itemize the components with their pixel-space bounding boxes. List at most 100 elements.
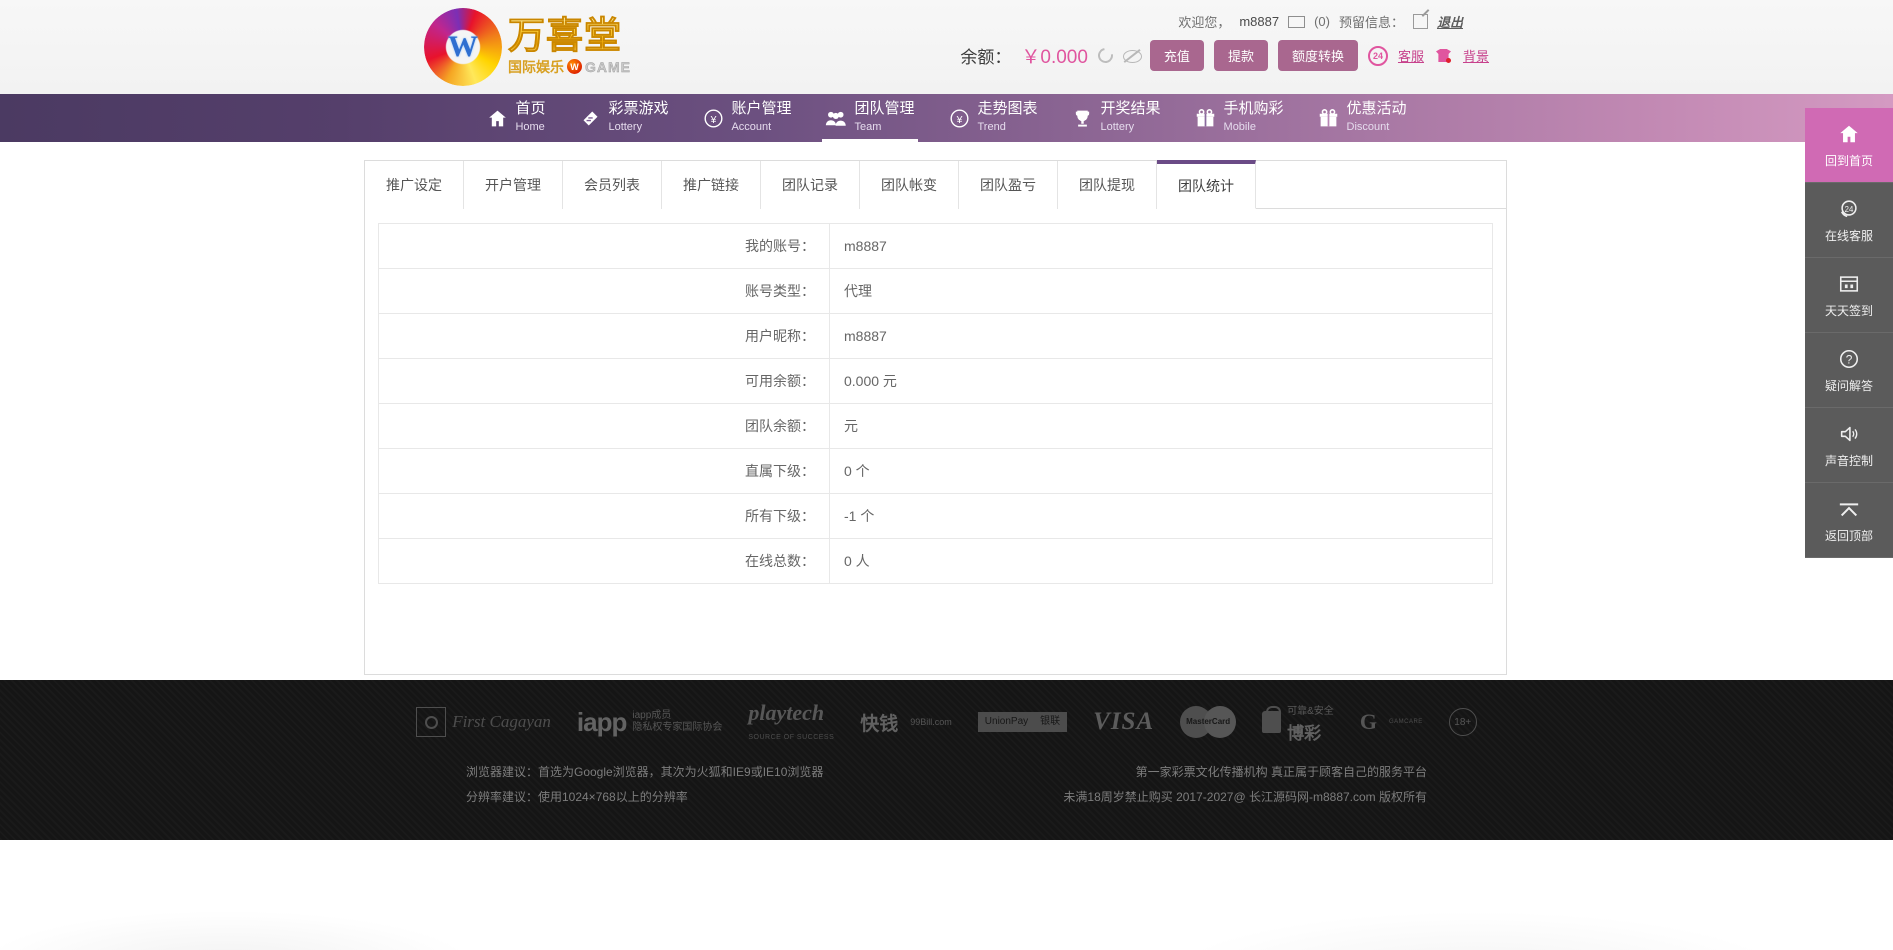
row-label: 团队余额： <box>378 403 830 449</box>
nav-label-cn: 开奖结果 <box>1100 100 1161 118</box>
home-icon <box>1836 121 1862 147</box>
page-bottom-decoration <box>0 840 1893 950</box>
nav-label-en: Mobile <box>1223 121 1256 133</box>
theme-link[interactable]: 背景 <box>1463 46 1489 65</box>
top-header: W 万喜堂 国际娱乐 W GAME 欢迎您， m8887 (0) 预留信息： 退… <box>0 0 1893 94</box>
users-icon <box>825 107 847 129</box>
table-row: 我的账号： m8887 <box>378 223 1493 269</box>
nav-label-en: Home <box>515 121 545 133</box>
tab-promotion-settings[interactable]: 推广设定 <box>365 161 464 209</box>
nav-item-lottery-games[interactable]: 彩票游戏 Lottery <box>562 94 685 142</box>
headset-24-icon: 24 <box>1836 196 1862 222</box>
gamcare-sub: GAMCARE <box>1388 719 1423 725</box>
row-label: 可用余额： <box>378 358 830 404</box>
shirt-icon[interactable] <box>1434 48 1453 63</box>
sidebar-item-label: 在线客服 <box>1824 229 1873 243</box>
nav-item-discount[interactable]: 优惠活动 Discount <box>1301 94 1424 142</box>
svg-text:?: ? <box>1846 353 1853 367</box>
nav-label-en: Lottery <box>1100 121 1135 133</box>
table-row: 所有下级： -1 个 <box>378 493 1493 539</box>
table-row: 用户昵称： m8887 <box>378 313 1493 359</box>
bocai-sub: 博彩 <box>1287 723 1322 743</box>
nav-item-team[interactable]: 团队管理 Team <box>808 94 931 142</box>
nav-label-en: Account <box>731 121 772 133</box>
customer-service-link[interactable]: 客服 <box>1398 46 1424 65</box>
nav-label-cn: 团队管理 <box>854 100 915 118</box>
mail-count: (0) <box>1314 14 1330 29</box>
sidebar-item-home[interactable]: 回到首页 <box>1805 108 1893 183</box>
row-label: 直属下级： <box>378 448 830 494</box>
sidebar-item-customer-service[interactable]: 24 在线客服 <box>1805 183 1893 258</box>
table-row: 可用余额： 0.000 元 <box>378 358 1493 404</box>
partner-logos: First Cagayan iapp iapp成员 隐私权专家国际协会 play… <box>0 680 1893 744</box>
table-row: 账号类型： 代理 <box>378 268 1493 314</box>
browser-advice-line: 浏览器建议：首选为Google浏览器，其次为火狐和IE9或IE10浏览器 <box>465 765 824 779</box>
tab-promotion-link[interactable]: 推广链接 <box>662 161 761 209</box>
nav-item-trend[interactable]: ¥ 走势图表 Trend <box>932 94 1055 142</box>
swirl-logo-icon: W <box>424 8 502 86</box>
withdraw-button[interactable]: 提款 <box>1213 40 1268 71</box>
tab-member-list[interactable]: 会员列表 <box>563 161 662 209</box>
welcome-label: 欢迎您， <box>1178 15 1231 30</box>
logout-link[interactable]: 退出 <box>1437 12 1463 31</box>
nav-item-home[interactable]: 首页 Home <box>469 94 562 142</box>
site-logo[interactable]: W 万喜堂 国际娱乐 W GAME <box>424 6 684 88</box>
tab-team-records[interactable]: 团队记录 <box>761 161 860 209</box>
headset-24-icon[interactable]: 24 <box>1367 45 1388 66</box>
team-panel: 推广设定 开户管理 会员列表 推广链接 团队记录 团队帐变 团队盈亏 团队提现 … <box>364 160 1507 675</box>
transfer-button[interactable]: 额度转换 <box>1277 40 1358 71</box>
nav-item-mobile[interactable]: 手机购彩 Mobile <box>1178 94 1301 142</box>
question-circle-icon: ? <box>1836 346 1862 372</box>
resolution-advice-line: 分辨率建议：使用1024×768以上的分辨率 <box>465 790 688 805</box>
reserved-info-label: 预留信息： <box>1338 15 1404 30</box>
balance-value: ￥0.000 <box>1021 47 1088 68</box>
team-stats-table: 我的账号： m8887 账号类型： 代理 用户昵称： m8887 可用余额： 0… <box>378 223 1493 584</box>
gift-icon <box>1318 107 1340 129</box>
tab-account-opening[interactable]: 开户管理 <box>464 161 563 209</box>
first-cagayan-label: First Cagayan <box>452 712 551 731</box>
home-icon <box>486 107 508 129</box>
tab-team-transactions[interactable]: 团队帐变 <box>860 161 959 209</box>
nav-item-account[interactable]: ¥ 账户管理 Account <box>685 94 808 142</box>
sidebar-item-daily-checkin[interactable]: 天天签到 <box>1805 258 1893 333</box>
sidebar-item-sound-control[interactable]: 声音控制 <box>1805 408 1893 483</box>
refresh-icon[interactable] <box>1094 45 1116 66</box>
nav-item-lottery-results[interactable]: 开奖结果 Lottery <box>1055 94 1178 142</box>
row-value: m8887 <box>829 223 1493 269</box>
table-row: 在线总数： 0 人 <box>378 538 1493 584</box>
content-area: 推广设定 开户管理 会员列表 推广链接 团队记录 团队帐变 团队盈亏 团队提现 … <box>0 142 1893 677</box>
balance-label: 余额： <box>960 48 1012 67</box>
row-label: 我的账号： <box>378 223 830 269</box>
row-label: 账号类型： <box>378 268 830 314</box>
footer-right-column: 第一家彩票文化传播机构 真正属于顾客自己的服务平台 未满18周岁禁止购买 201… <box>1063 760 1427 810</box>
sidebar-item-label: 返回顶部 <box>1824 529 1873 543</box>
gamcare-label: G <box>1359 709 1377 734</box>
nav-label-cn: 优惠活动 <box>1346 100 1407 118</box>
nav-label-cn: 走势图表 <box>977 100 1038 118</box>
chevron-up-icon <box>1836 496 1862 522</box>
yen-circle-icon: ¥ <box>702 107 724 129</box>
row-value: 0 人 <box>829 538 1493 584</box>
sidebar-item-faq[interactable]: ? 疑问解答 <box>1805 333 1893 408</box>
mastercard-logo: MasterCard <box>1180 706 1237 738</box>
edit-pencil-icon[interactable] <box>1412 14 1428 29</box>
playtech-logo: playtech SOURCE OF SUCCESS <box>748 700 834 744</box>
tab-team-withdrawal[interactable]: 团队提现 <box>1058 161 1157 209</box>
tabs-filler <box>1256 161 1506 208</box>
sidebar-item-label: 回到首页 <box>1824 154 1873 168</box>
nav-label-cn: 首页 <box>515 100 546 118</box>
99bill-label: 快钱 <box>860 713 899 735</box>
ticket-icon <box>579 107 601 129</box>
nav-label-cn: 账户管理 <box>731 100 792 118</box>
team-stats-table-wrap: 我的账号： m8887 账号类型： 代理 用户昵称： m8887 可用余额： 0… <box>365 209 1506 584</box>
mail-icon[interactable] <box>1288 15 1306 28</box>
right-sidebar: 回到首页 24 在线客服 天天签到 ? 疑问解答 声音控制 返回顶部 <box>1805 108 1893 558</box>
eye-hidden-icon[interactable] <box>1122 49 1142 63</box>
iapp-sub1: iapp成员 <box>632 709 672 721</box>
tab-team-profit-loss[interactable]: 团队盈亏 <box>959 161 1058 209</box>
tab-team-statistics[interactable]: 团队统计 <box>1157 160 1256 209</box>
nav-label-en: Discount <box>1346 121 1390 133</box>
row-label: 在线总数： <box>378 538 830 584</box>
sidebar-item-back-to-top[interactable]: 返回顶部 <box>1805 483 1893 558</box>
deposit-button[interactable]: 充值 <box>1149 40 1204 71</box>
